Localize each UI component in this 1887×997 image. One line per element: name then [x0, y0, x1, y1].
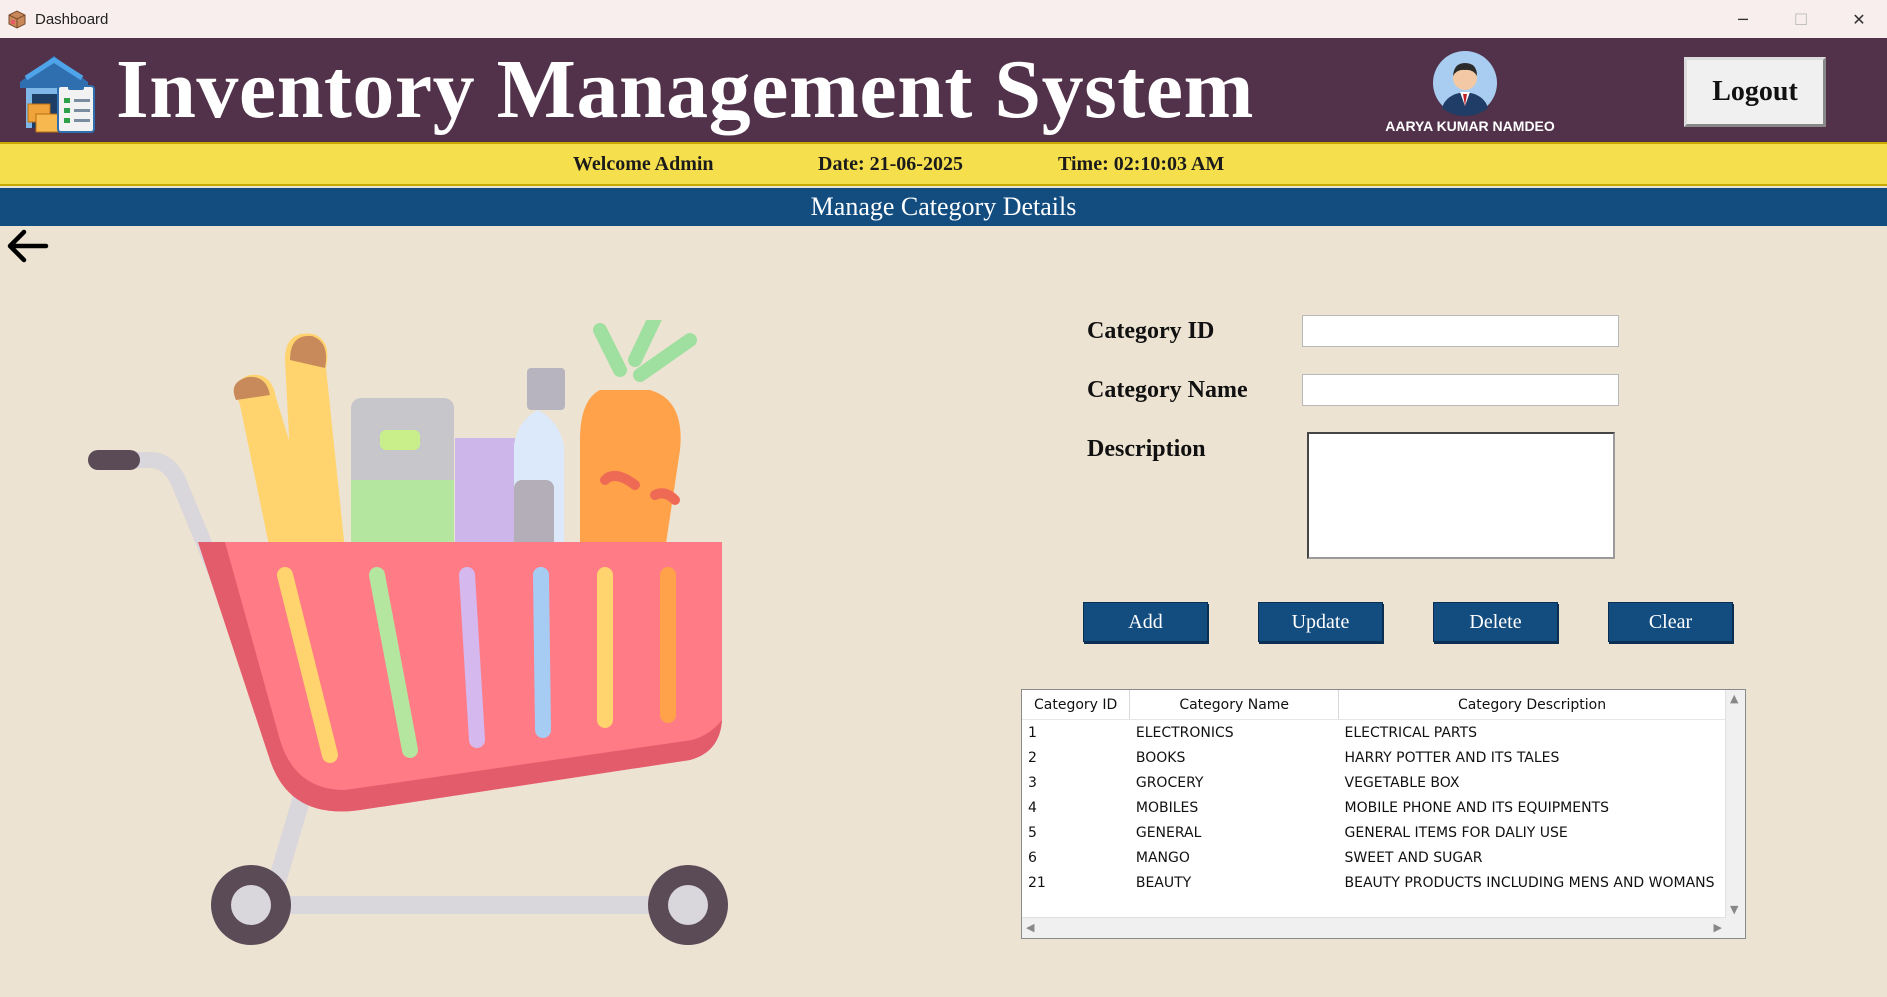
- category-name-input[interactable]: [1302, 374, 1619, 406]
- vertical-scrollbar[interactable]: ▲ ▼: [1725, 690, 1745, 918]
- scroll-right-icon[interactable]: ▶: [1714, 921, 1722, 934]
- table-row[interactable]: 4 MOBILES MOBILE PHONE AND ITS EQUIPMENT…: [1022, 795, 1726, 820]
- cell-category-id: 21: [1028, 874, 1046, 891]
- section-title: Manage Category Details: [810, 192, 1077, 221]
- close-icon: ✕: [1852, 9, 1866, 29]
- delete-button[interactable]: Delete: [1433, 602, 1558, 642]
- description-label: Description: [1087, 436, 1206, 462]
- app-title: Inventory Management System: [116, 43, 1255, 136]
- date-text: Date: 21-06-2025: [818, 153, 963, 175]
- back-arrow-icon[interactable]: [4, 226, 50, 266]
- cell-category-name: GENERAL: [1135, 824, 1202, 841]
- cell-category-description: VEGETABLE BOX: [1344, 774, 1460, 791]
- cell-category-description: BEAUTY PRODUCTS INCLUDING MENS AND WOMAN…: [1344, 874, 1715, 891]
- update-button[interactable]: Update: [1258, 602, 1383, 642]
- category-table[interactable]: Category ID Category Name Category Descr…: [1021, 689, 1746, 939]
- user-avatar-icon: [1433, 51, 1497, 116]
- cell-category-description: HARRY POTTER AND ITS TALES: [1344, 749, 1560, 766]
- cell-category-name: GROCERY: [1135, 774, 1204, 791]
- table-row[interactable]: 1 ELECTRONICS ELECTRICAL PARTS: [1022, 720, 1726, 746]
- time-text: Time: 02:10:03 AM: [1058, 153, 1225, 175]
- cell-category-id: 4: [1028, 799, 1037, 816]
- column-header-category-name[interactable]: Category Name: [1129, 690, 1340, 720]
- scrollbar-corner: [1725, 918, 1745, 938]
- info-bar: Welcome Admin Date: 21-06-2025 Time: 02:…: [0, 142, 1887, 186]
- cell-category-description: ELECTRICAL PARTS: [1344, 724, 1478, 741]
- table-header-row: Category ID Category Name Category Descr…: [1022, 690, 1726, 720]
- category-id-label: Category ID: [1087, 318, 1215, 344]
- app-header: Inventory Management System AARYA KUMAR …: [0, 38, 1887, 142]
- cell-category-description: SWEET AND SUGAR: [1344, 849, 1483, 866]
- cell-category-description: MOBILE PHONE AND ITS EQUIPMENTS: [1344, 799, 1610, 816]
- clear-button[interactable]: Clear: [1608, 602, 1733, 642]
- minimize-button[interactable]: ─: [1714, 0, 1772, 38]
- column-header-category-description[interactable]: Category Description: [1338, 690, 1726, 720]
- window-titlebar: Dashboard: [0, 0, 1887, 38]
- horizontal-scrollbar[interactable]: ◀ ▶: [1022, 917, 1726, 938]
- cell-category-description: GENERAL ITEMS FOR DALIY USE: [1344, 824, 1568, 841]
- description-textarea[interactable]: [1307, 432, 1615, 559]
- cell-category-name: MANGO: [1135, 849, 1190, 866]
- add-button[interactable]: Add: [1083, 602, 1208, 642]
- maximize-button[interactable]: ☐: [1772, 0, 1830, 38]
- maximize-icon: ☐: [1793, 9, 1809, 29]
- cell-category-name: ELECTRONICS: [1135, 724, 1234, 741]
- category-table-grid: Category ID Category Name Category Descr…: [1022, 690, 1726, 895]
- warehouse-clipboard-icon: [20, 56, 95, 133]
- inventory-box-icon: [8, 10, 26, 29]
- close-button[interactable]: ✕: [1830, 0, 1887, 38]
- column-header-category-id[interactable]: Category ID: [1022, 690, 1131, 720]
- logout-button[interactable]: Logout: [1684, 57, 1826, 127]
- cell-category-id: 1: [1028, 724, 1037, 741]
- minimize-icon: ─: [1738, 9, 1748, 29]
- cell-category-id: 6: [1028, 849, 1037, 866]
- table-row[interactable]: 3 GROCERY VEGETABLE BOX: [1022, 770, 1726, 795]
- scroll-left-icon[interactable]: ◀: [1026, 921, 1034, 934]
- scroll-down-icon[interactable]: ▼: [1730, 903, 1738, 916]
- shopping-cart-illustration: [88, 320, 728, 945]
- table-row[interactable]: 2 BOOKS HARRY POTTER AND ITS TALES: [1022, 745, 1726, 770]
- table-row[interactable]: 5 GENERAL GENERAL ITEMS FOR DALIY USE: [1022, 820, 1726, 845]
- category-name-label: Category Name: [1087, 377, 1248, 403]
- table-row[interactable]: 21 BEAUTY BEAUTY PRODUCTS INCLUDING MENS…: [1022, 870, 1726, 895]
- table-row[interactable]: 6 MANGO SWEET AND SUGAR: [1022, 845, 1726, 870]
- user-name: AARYA KUMAR NAMDEO: [1385, 118, 1555, 134]
- cell-category-id: 2: [1028, 749, 1037, 766]
- cell-category-name: MOBILES: [1135, 799, 1199, 816]
- cell-category-name: BOOKS: [1135, 749, 1186, 766]
- cell-category-id: 5: [1028, 824, 1037, 841]
- scroll-up-icon[interactable]: ▲: [1730, 692, 1738, 705]
- welcome-text: Welcome Admin: [573, 153, 714, 175]
- category-id-input[interactable]: [1302, 315, 1619, 347]
- cell-category-name: BEAUTY: [1135, 874, 1192, 891]
- section-header: Manage Category Details: [0, 188, 1887, 226]
- window-title: Dashboard: [35, 10, 109, 28]
- cell-category-id: 3: [1028, 774, 1037, 791]
